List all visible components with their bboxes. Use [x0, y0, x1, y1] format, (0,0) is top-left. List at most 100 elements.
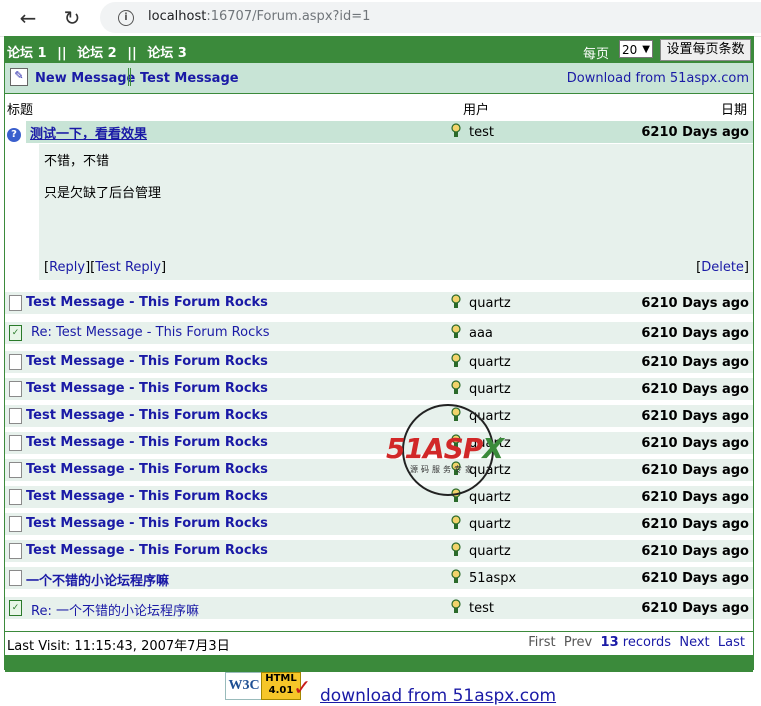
message-row[interactable]: Test Message - This Forum Rocks quartz 621…	[5, 486, 753, 508]
expanded-message-user: test	[469, 125, 494, 140]
expanded-message: ? 测试一下，看看效果 test 6210 Days ago 不错，不错 只是欠…	[5, 120, 753, 290]
message-title[interactable]: Test Message - This Forum Rocks	[26, 435, 268, 450]
new-message-link[interactable]: New Message	[35, 71, 135, 86]
column-date: 日期	[720, 103, 747, 118]
column-header-row: 标题 用户 日期	[5, 94, 753, 120]
w3c-badge[interactable]: W3C HTML 4.01 ✓	[225, 672, 313, 701]
message-user: aaa	[469, 326, 493, 341]
info-icon[interactable]: i	[118, 10, 134, 26]
browser-toolbar: ← ↻ i localhost:16707/Forum.aspx?id=1	[0, 0, 761, 37]
expanded-message-days: 6210 Days ago	[641, 125, 749, 140]
message-days: 6210 Days ago	[641, 296, 749, 311]
message-user: test	[469, 601, 494, 616]
message-title[interactable]: Test Message - This Forum Rocks	[26, 516, 268, 531]
document-icon	[9, 381, 22, 397]
forum-separator: ||	[57, 46, 67, 61]
message-title[interactable]: Test Message - This Forum Rocks	[26, 295, 268, 310]
per-page-select[interactable]: 20 ▼	[619, 40, 653, 58]
watermark-logo: 51ASPX 源码服务专家	[386, 404, 512, 496]
action-divider	[128, 68, 131, 86]
message-row[interactable]: Test Message - This Forum Rocks quartz 621…	[5, 432, 753, 454]
message-user: quartz	[469, 544, 511, 559]
reply-doc-icon: ✓	[9, 600, 22, 616]
forum-links: 论坛 1 || 论坛 2 || 论坛 3	[7, 42, 187, 61]
chevron-down-icon: ▼	[642, 44, 650, 55]
user-icon	[451, 599, 461, 613]
forum-top-bar: 论坛 1 || 论坛 2 || 论坛 3 每页 20 ▼ 设置每页条数	[5, 37, 753, 63]
message-user: quartz	[469, 296, 511, 311]
question-icon: ?	[7, 128, 21, 142]
user-icon	[451, 294, 461, 308]
watermark-subtitle: 源码服务专家	[410, 465, 476, 474]
message-title[interactable]: Test Message - This Forum Rocks	[26, 381, 268, 396]
message-title[interactable]: Test Message - This Forum Rocks	[26, 408, 268, 423]
last-visit-text: Last Visit: 11:15:43, 2007年7月3日	[7, 639, 230, 654]
forum-link-2[interactable]: 论坛 2	[77, 46, 117, 61]
message-row[interactable]: Test Message - This Forum Rocks quartz 621…	[5, 405, 753, 427]
forum-footer: Last Visit: 11:15:43, 2007年7月3日 First Pr…	[5, 631, 753, 654]
document-icon	[9, 516, 22, 532]
message-title[interactable]: Re: Test Message - This Forum Rocks	[31, 325, 270, 340]
user-icon	[451, 324, 461, 338]
message-body-line: 只是欠缺了后台管理	[44, 186, 162, 201]
message-row[interactable]: Test Message - This Forum Rocks quartz 621…	[5, 351, 753, 373]
message-days: 6210 Days ago	[641, 601, 749, 616]
new-message-icon[interactable]: ✎	[10, 68, 28, 86]
column-user: 用户	[463, 103, 490, 118]
message-title[interactable]: Re: 一个不错的小论坛程序嘛	[31, 600, 199, 619]
url-text[interactable]: localhost:16707/Forum.aspx?id=1	[148, 9, 370, 24]
set-per-page-button[interactable]: 设置每页条数	[660, 39, 751, 61]
document-icon	[9, 354, 22, 370]
forum-separator: ||	[127, 46, 137, 61]
back-arrow-icon[interactable]: ←	[16, 6, 40, 30]
message-days: 6210 Days ago	[641, 463, 749, 478]
message-title[interactable]: 一个不错的小论坛程序嘛	[26, 570, 169, 589]
reply-doc-icon: ✓	[9, 325, 22, 341]
forum-link-1[interactable]: 论坛 1	[7, 46, 47, 61]
reload-icon[interactable]: ↻	[60, 6, 84, 30]
test-message-link[interactable]: Test Message	[140, 71, 239, 86]
message-title[interactable]: Test Message - This Forum Rocks	[26, 489, 268, 504]
user-icon	[451, 123, 461, 137]
message-days: 6210 Days ago	[641, 326, 749, 341]
delete-link[interactable]: Delete	[701, 260, 744, 275]
message-row[interactable]: 一个不错的小论坛程序嘛 51aspx 6210 Days ago	[5, 567, 753, 589]
expanded-message-title[interactable]: 测试一下，看看效果	[30, 123, 147, 142]
forum-link-3[interactable]: 论坛 3	[147, 46, 187, 61]
message-row[interactable]: ✓ Re: Test Message - This Forum Rocks aaa 6…	[5, 322, 753, 344]
document-icon	[9, 543, 22, 559]
delete-links: [Delete]	[696, 260, 749, 275]
message-row[interactable]: Test Message - This Forum Rocks quartz 621…	[5, 540, 753, 562]
message-row[interactable]: Test Message - This Forum Rocks quartz 621…	[5, 459, 753, 481]
user-icon	[451, 353, 461, 367]
message-row[interactable]: Test Message - This Forum Rocks quartz 621…	[5, 378, 753, 400]
user-icon	[451, 515, 461, 529]
message-title[interactable]: Test Message - This Forum Rocks	[26, 354, 268, 369]
pager-prev[interactable]: Prev	[564, 635, 592, 650]
message-days: 6210 Days ago	[641, 436, 749, 451]
message-days: 6210 Days ago	[641, 409, 749, 424]
address-bar[interactable]: i localhost:16707/Forum.aspx?id=1	[100, 2, 761, 33]
download-link[interactable]: Download from 51aspx.com	[567, 71, 749, 86]
message-row[interactable]: Test Message - This Forum Rocks quartz 621…	[5, 292, 753, 314]
message-title[interactable]: Test Message - This Forum Rocks	[26, 462, 268, 477]
per-page-label: 每页	[583, 47, 610, 62]
message-days: 6210 Days ago	[641, 490, 749, 505]
user-icon	[451, 569, 461, 583]
reply-links: [Reply][Test Reply]	[44, 260, 167, 275]
message-row[interactable]: Test Message - This Forum Rocks quartz 621…	[5, 513, 753, 535]
pager-first[interactable]: First	[528, 635, 555, 650]
document-icon	[9, 570, 22, 586]
pager-next[interactable]: Next	[679, 635, 709, 650]
bottom-download-link[interactable]: download from 51aspx.com	[320, 686, 556, 706]
reply-link[interactable]: Reply	[49, 260, 85, 275]
document-icon	[9, 295, 22, 311]
message-days: 6210 Days ago	[641, 355, 749, 370]
message-user: 51aspx	[469, 571, 517, 586]
pager-last[interactable]: Last	[718, 635, 745, 650]
message-row[interactable]: ✓ Re: 一个不错的小论坛程序嘛 test 6210 Days ago	[5, 597, 753, 619]
expanded-message-header: ? 测试一下，看看效果 test 6210 Days ago	[5, 120, 753, 144]
test-reply-link[interactable]: Test Reply	[95, 260, 161, 275]
message-title[interactable]: Test Message - This Forum Rocks	[26, 543, 268, 558]
action-bar: ✎ New Message Test Message Download from…	[5, 63, 753, 94]
